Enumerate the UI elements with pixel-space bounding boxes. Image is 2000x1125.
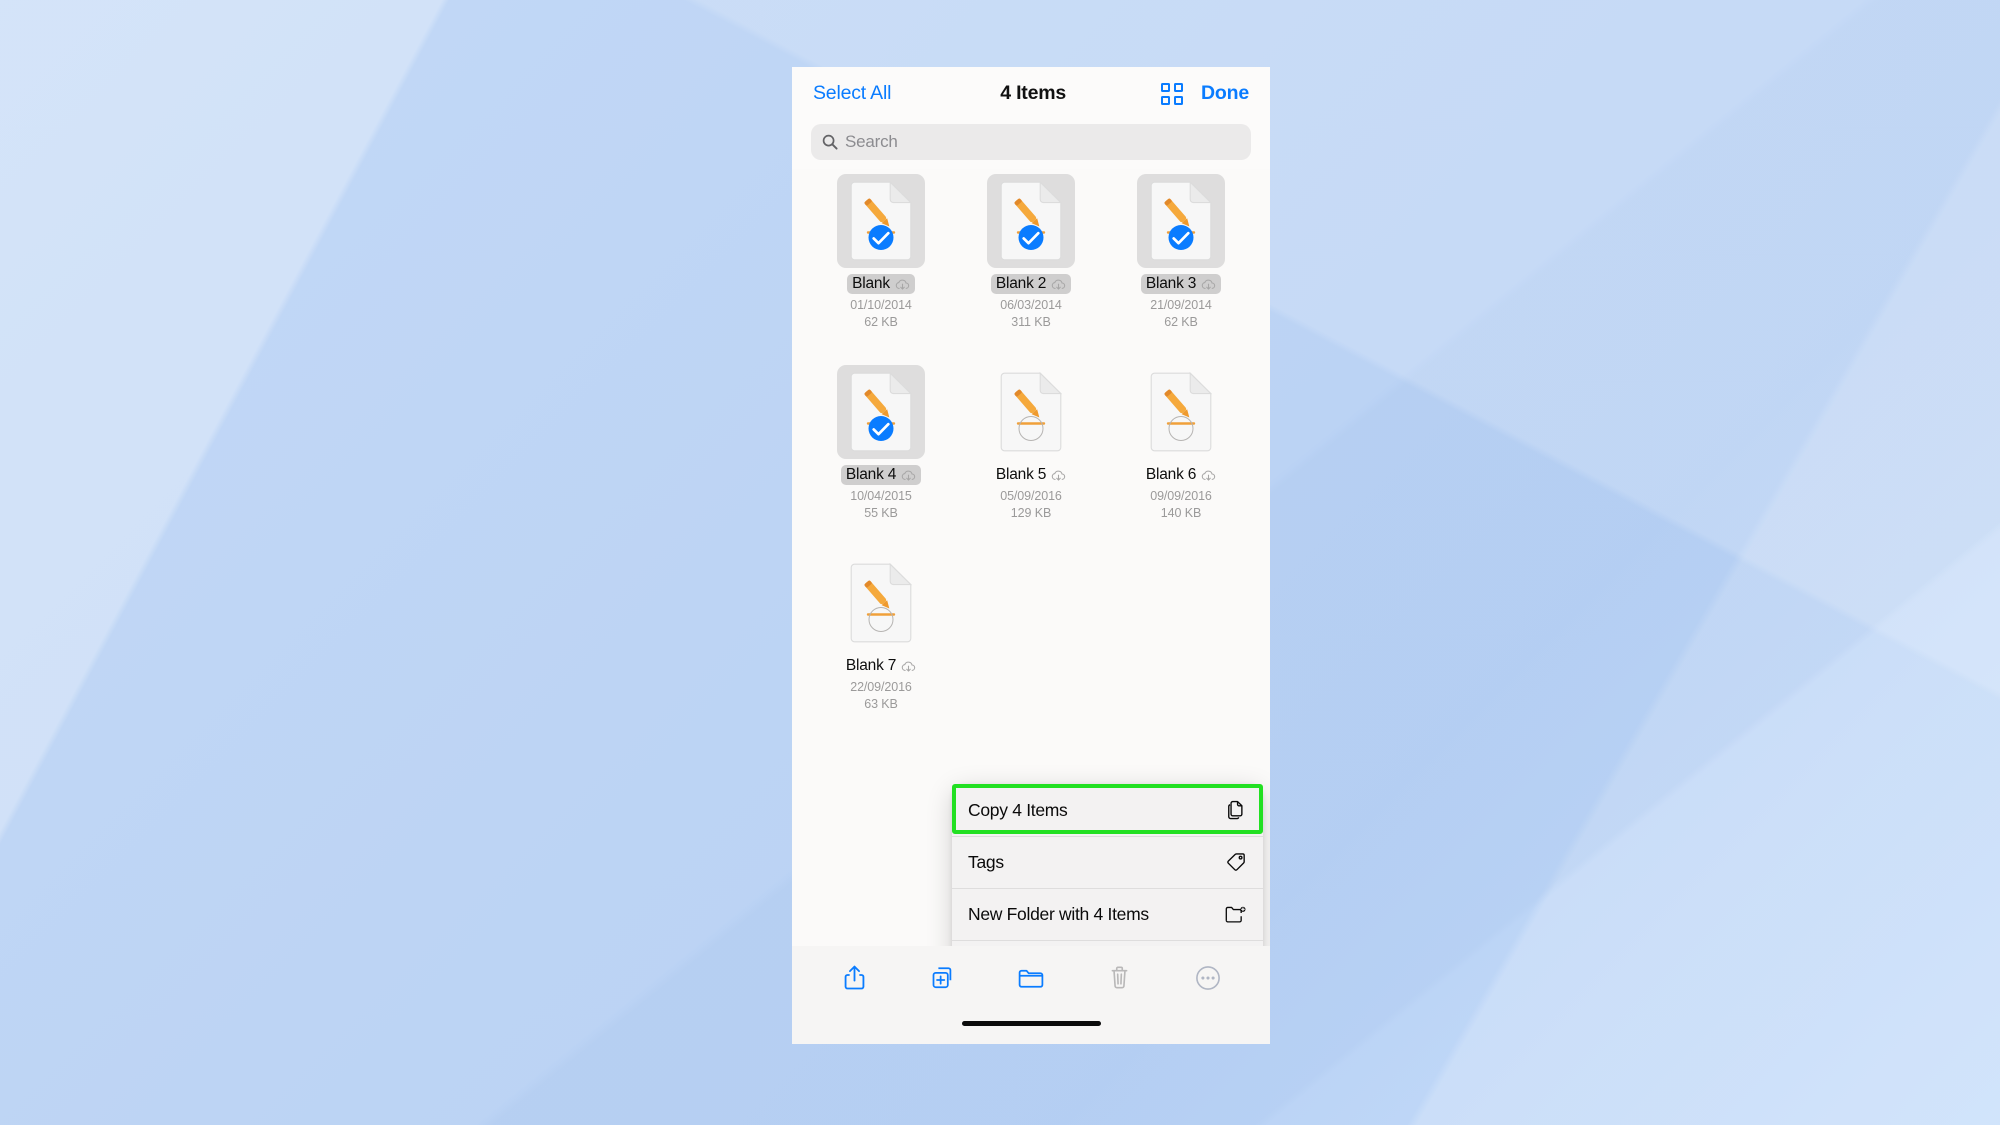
cloud-download-icon <box>1051 469 1066 481</box>
file-size-label: 140 KB <box>1160 506 1202 520</box>
file-date-label: 05/09/2016 <box>1000 489 1062 503</box>
folder-icon <box>1017 966 1045 995</box>
menu-item-label: Copy 4 Items <box>968 799 1068 820</box>
document-icon <box>850 563 912 643</box>
done-button[interactable]: Done <box>1201 82 1249 105</box>
document-icon <box>1000 372 1062 452</box>
files-app-panel: Select All 4 Items Done Search Blank 01/… <box>792 67 1270 1044</box>
search-icon <box>822 134 838 150</box>
file-size-label: 55 KB <box>864 506 898 520</box>
unselected-circle-icon <box>1168 416 1194 441</box>
page-title: 4 Items <box>1000 82 1067 104</box>
selected-checkmark-icon <box>1168 225 1194 250</box>
file-name-label: Blank 6 <box>1145 466 1197 483</box>
file-size-label: 62 KB <box>864 315 898 329</box>
file-thumbnail[interactable] <box>1137 365 1225 459</box>
file-thumbnail[interactable] <box>1137 174 1225 268</box>
file-date-label: 10/04/2015 <box>850 489 912 503</box>
cloud-download-icon <box>1201 278 1216 290</box>
bottom-toolbar <box>792 946 1270 1014</box>
menu-item-label: Tags <box>968 851 1004 872</box>
document-icon <box>1150 181 1212 261</box>
cloud-download-icon <box>901 469 916 481</box>
file-item[interactable]: Blank 7 22/09/2016 63 KB <box>806 556 956 711</box>
menu-item-tags[interactable]: Tags <box>952 836 1263 888</box>
cloud-download-icon <box>901 660 916 672</box>
file-thumbnail[interactable] <box>987 365 1075 459</box>
grid-view-icon[interactable] <box>1161 82 1184 105</box>
file-thumbnail[interactable] <box>837 365 925 459</box>
selected-checkmark-icon <box>1018 225 1044 250</box>
file-size-label: 129 KB <box>1010 506 1052 520</box>
menu-item-new-folder-with-4-items[interactable]: New Folder with 4 Items <box>952 888 1263 940</box>
move-button[interactable] <box>1009 959 1053 1001</box>
document-icon <box>850 372 912 452</box>
file-thumbnail[interactable] <box>837 174 925 268</box>
file-thumbnail[interactable] <box>987 174 1075 268</box>
search-bar-container: Search <box>792 120 1270 169</box>
share-icon <box>842 964 867 996</box>
menu-item-label: New Folder with 4 Items <box>968 903 1149 924</box>
file-name-row: Blank 7 <box>841 656 921 676</box>
file-name-label: Blank 5 <box>995 466 1047 483</box>
file-grid: Blank 01/10/2014 62 KB Blank 2 06/03/2014… <box>792 169 1270 711</box>
search-input[interactable]: Search <box>811 124 1251 160</box>
unselected-circle-icon <box>868 607 894 632</box>
search-placeholder-text: Search <box>845 132 898 151</box>
file-name-label: Blank 7 <box>845 657 897 674</box>
duplicate-button[interactable] <box>921 959 965 1001</box>
file-size-label: 311 KB <box>1011 315 1051 329</box>
file-item[interactable]: Blank 3 21/09/2014 62 KB <box>1106 174 1256 329</box>
file-date-label: 21/09/2014 <box>1150 298 1212 312</box>
select-all-button[interactable]: Select All <box>813 82 891 105</box>
selected-checkmark-icon <box>868 225 894 250</box>
file-name-row: Blank 6 <box>1141 465 1221 485</box>
file-item[interactable]: Blank 6 09/09/2016 140 KB <box>1106 365 1256 520</box>
more-button[interactable] <box>1186 959 1230 1001</box>
file-item[interactable]: Blank 01/10/2014 62 KB <box>806 174 956 329</box>
file-size-label: 63 KB <box>864 697 898 711</box>
file-size-label: 62 KB <box>1164 315 1198 329</box>
file-grid-scroll-area[interactable]: Blank 01/10/2014 62 KB Blank 2 06/03/2014… <box>792 169 1270 946</box>
file-name-label: Blank 3 <box>1145 275 1197 292</box>
context-menu: Copy 4 Items Tags New Folder with 4 Item… <box>952 784 1263 946</box>
cloud-download-icon <box>895 278 910 290</box>
share-button[interactable] <box>832 959 876 1001</box>
menu-item-compress[interactable]: Compress <box>952 940 1263 946</box>
document-icon <box>850 181 912 261</box>
cloud-download-icon <box>1201 469 1216 481</box>
home-indicator-area <box>792 1014 1270 1044</box>
file-date-label: 22/09/2016 <box>850 680 912 694</box>
duplicate-icon <box>930 965 956 996</box>
cloud-download-icon <box>1051 278 1066 290</box>
copy-documents-icon <box>1224 799 1247 822</box>
menu-item-copy-4-items[interactable]: Copy 4 Items <box>952 784 1263 836</box>
document-icon <box>1150 372 1212 452</box>
selected-checkmark-icon <box>868 416 894 441</box>
file-item[interactable]: Blank 5 05/09/2016 129 KB <box>956 365 1106 520</box>
trash-icon <box>1108 965 1131 995</box>
navigation-bar: Select All 4 Items Done <box>792 67 1270 120</box>
unselected-circle-icon <box>1018 416 1044 441</box>
document-icon <box>1000 181 1062 261</box>
home-indicator[interactable] <box>961 1021 1101 1026</box>
file-item[interactable]: Blank 2 06/03/2014 311 KB <box>956 174 1106 329</box>
file-date-label: 01/10/2014 <box>850 298 912 312</box>
file-thumbnail[interactable] <box>837 556 925 650</box>
new-folder-icon <box>1224 903 1247 926</box>
ellipsis-circle-icon <box>1195 965 1221 996</box>
file-name-label: Blank 4 <box>845 466 897 483</box>
file-name-label: Blank <box>852 275 890 292</box>
file-item[interactable]: Blank 4 10/04/2015 55 KB <box>806 365 956 520</box>
file-date-label: 09/09/2016 <box>1150 489 1212 503</box>
file-name-row: Blank 5 <box>991 465 1071 485</box>
tag-icon <box>1224 851 1247 874</box>
file-name-label: Blank 2 <box>995 275 1047 292</box>
delete-button[interactable] <box>1097 959 1141 1001</box>
file-date-label: 06/03/2014 <box>1000 298 1062 312</box>
